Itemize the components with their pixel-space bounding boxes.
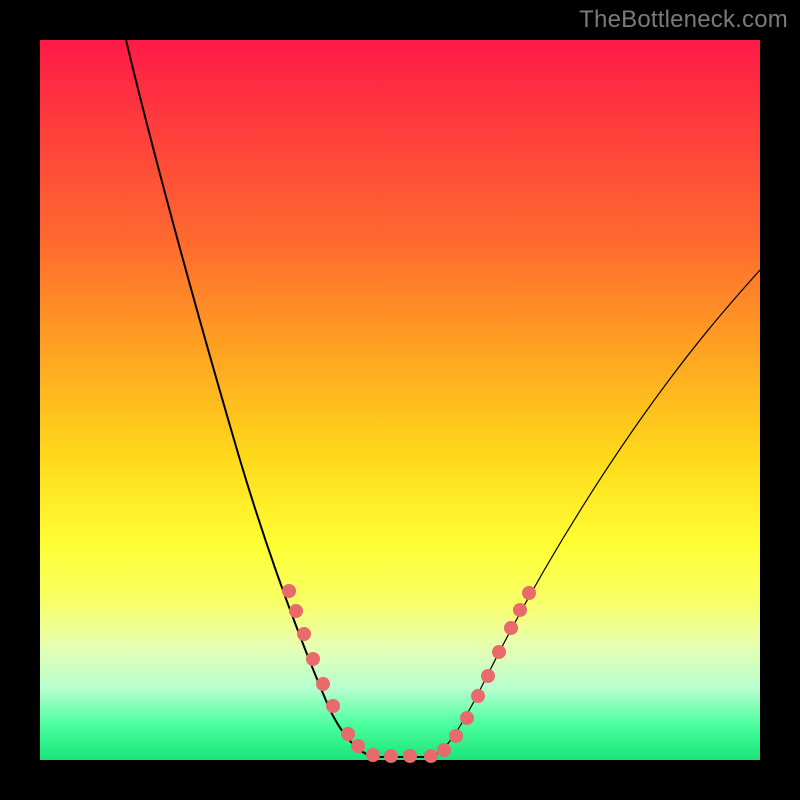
plot-area bbox=[40, 40, 760, 760]
dot bbox=[341, 727, 355, 741]
dot bbox=[297, 627, 311, 641]
dot bbox=[306, 652, 320, 666]
dot bbox=[384, 749, 398, 763]
dot bbox=[437, 743, 451, 757]
dot bbox=[471, 689, 485, 703]
dot bbox=[449, 729, 463, 743]
dot bbox=[504, 621, 518, 635]
dot bbox=[481, 669, 495, 683]
dot bbox=[326, 699, 340, 713]
dot bbox=[522, 586, 536, 600]
left-curve bbox=[126, 40, 375, 757]
chart-frame: TheBottleneck.com bbox=[0, 0, 800, 800]
dot bbox=[366, 748, 380, 762]
dot bbox=[282, 584, 296, 598]
dot bbox=[513, 603, 527, 617]
dot bbox=[460, 711, 474, 725]
dot bbox=[316, 677, 330, 691]
dot bbox=[403, 749, 417, 763]
watermark-text: TheBottleneck.com bbox=[579, 6, 788, 34]
dot bbox=[424, 749, 438, 763]
dot bbox=[289, 604, 303, 618]
dot bbox=[351, 739, 365, 753]
dot bbox=[492, 645, 506, 659]
curve-layer bbox=[40, 40, 760, 760]
right-curve bbox=[432, 270, 760, 757]
